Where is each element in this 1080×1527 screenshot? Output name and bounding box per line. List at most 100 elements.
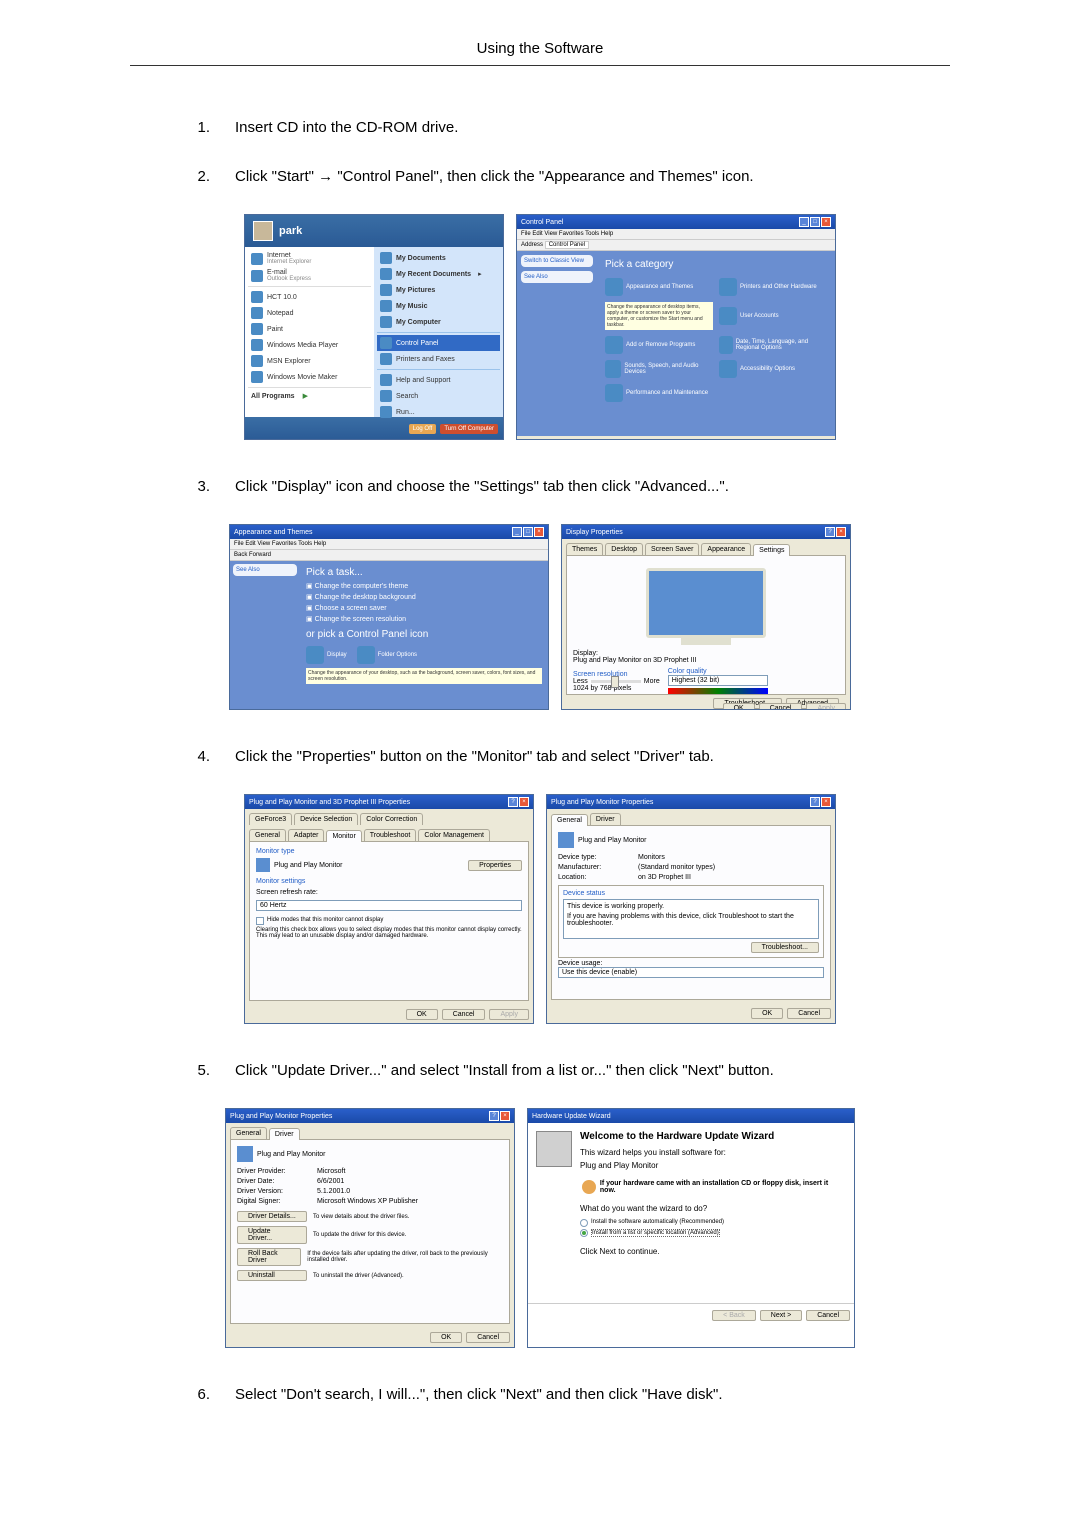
close-icon[interactable]: × xyxy=(500,1111,510,1121)
driver-details-button[interactable]: Driver Details... xyxy=(237,1211,307,1222)
help-icon[interactable]: ? xyxy=(810,797,820,807)
tab-adapter[interactable]: Adapter xyxy=(288,829,325,841)
controlpanel-screenshot: Control Panel _□× File Edit View Favorit… xyxy=(516,214,836,440)
tab-settings[interactable]: Settings xyxy=(753,544,790,556)
task-link[interactable]: ▣ Choose a screen saver xyxy=(306,604,542,612)
back-button[interactable]: < Back xyxy=(712,1310,756,1321)
window-title: Control Panel xyxy=(521,219,563,226)
troubleshoot-button[interactable]: Troubleshoot... xyxy=(751,942,819,953)
ok-button[interactable]: OK xyxy=(406,1009,438,1020)
opt-auto-radio[interactable] xyxy=(580,1219,588,1227)
close-icon[interactable]: × xyxy=(534,527,544,537)
display-icon-link[interactable]: Display xyxy=(306,646,347,664)
minimize-icon[interactable]: _ xyxy=(799,217,809,227)
tab-desktop[interactable]: Desktop xyxy=(605,543,643,555)
maximize-icon[interactable]: □ xyxy=(523,527,533,537)
help-icon[interactable]: ? xyxy=(825,527,835,537)
category-item[interactable]: Accessibility Options xyxy=(719,360,827,378)
update-driver-button[interactable]: Update Driver... xyxy=(237,1226,307,1244)
category-item[interactable]: Performance and Maintenance xyxy=(605,384,713,402)
tab-driver[interactable]: Driver xyxy=(590,813,621,825)
category-item[interactable]: Sounds, Speech, and Audio Devices xyxy=(605,360,713,378)
close-icon[interactable]: × xyxy=(821,217,831,227)
performance-icon xyxy=(605,384,623,402)
start-item[interactable]: MSN Explorer xyxy=(248,353,371,369)
properties-button[interactable]: Properties xyxy=(468,860,522,871)
start-item[interactable]: My Pictures xyxy=(377,282,500,298)
cancel-button[interactable]: Cancel xyxy=(466,1332,510,1343)
cancel-button[interactable]: Cancel xyxy=(806,1310,850,1321)
category-appearance[interactable]: Appearance and Themes xyxy=(605,278,713,296)
start-item[interactable]: Windows Media Player xyxy=(248,337,371,353)
logoff-button[interactable]: Log Off xyxy=(409,424,437,434)
start-item[interactable]: Windows Movie Maker xyxy=(248,369,371,385)
ok-button[interactable]: OK xyxy=(723,703,755,710)
tab-troubleshoot[interactable]: Troubleshoot xyxy=(364,829,417,841)
start-item[interactable]: Help and Support xyxy=(377,372,500,388)
quality-dropdown[interactable]: Highest (32 bit) xyxy=(668,675,768,686)
ok-button[interactable]: OK xyxy=(751,1008,783,1019)
resolution-slider[interactable] xyxy=(591,680,641,683)
usage-dropdown[interactable]: Use this device (enable) xyxy=(558,967,824,978)
or-pick-heading: or pick a Control Panel icon xyxy=(306,629,542,640)
tab-general[interactable]: General xyxy=(551,814,588,826)
minimize-icon[interactable]: _ xyxy=(512,527,522,537)
start-item[interactable]: My Music xyxy=(377,298,500,314)
task-link[interactable]: ▣ Change the desktop background xyxy=(306,593,542,601)
help-icon[interactable]: ? xyxy=(489,1111,499,1121)
task-link[interactable]: ▣ Change the computer's theme xyxy=(306,582,542,590)
category-item[interactable]: Add or Remove Programs xyxy=(605,336,713,354)
start-item[interactable]: Notepad xyxy=(248,305,371,321)
refresh-dropdown[interactable]: 60 Hertz xyxy=(256,900,522,911)
start-item[interactable]: Run... xyxy=(377,404,500,420)
cancel-button[interactable]: Cancel xyxy=(442,1009,486,1020)
tab-general[interactable]: General xyxy=(230,1127,267,1139)
start-item[interactable]: HCT 10.0 xyxy=(248,289,371,305)
all-programs[interactable]: All Programs▶ xyxy=(248,390,371,402)
tab-item[interactable]: Color Correction xyxy=(360,813,423,825)
tab-monitor[interactable]: Monitor xyxy=(326,830,361,842)
help-icon[interactable]: ? xyxy=(508,797,518,807)
opt-list-radio[interactable] xyxy=(580,1229,588,1237)
start-item[interactable]: E-mailOutlook Express xyxy=(248,267,371,284)
tab-item[interactable]: Device Selection xyxy=(294,813,358,825)
tab-driver[interactable]: Driver xyxy=(269,1128,300,1140)
tab-appearance[interactable]: Appearance xyxy=(701,543,751,555)
rollback-driver-button[interactable]: Roll Back Driver xyxy=(237,1248,301,1266)
tab-item[interactable]: GeForce3 xyxy=(249,813,292,825)
start-item[interactable]: My Computer xyxy=(377,314,500,330)
mail-icon xyxy=(251,270,263,282)
turnoff-button[interactable]: Turn Off Computer xyxy=(440,424,498,434)
close-icon[interactable]: × xyxy=(836,527,846,537)
start-item[interactable]: InternetInternet Explorer xyxy=(248,250,371,267)
start-item[interactable]: My Recent Documents▸ xyxy=(377,266,500,282)
category-item[interactable]: Date, Time, Language, and Regional Optio… xyxy=(719,336,827,354)
step-num: 1. xyxy=(130,116,235,140)
cancel-button[interactable]: Cancel xyxy=(759,703,803,710)
close-icon[interactable]: × xyxy=(519,797,529,807)
start-item[interactable]: Printers and Faxes xyxy=(377,351,500,367)
cancel-button[interactable]: Cancel xyxy=(787,1008,831,1019)
tab-colormgmt[interactable]: Color Management xyxy=(418,829,490,841)
start-item[interactable]: My Documents xyxy=(377,250,500,266)
tab-themes[interactable]: Themes xyxy=(566,543,603,555)
folder-options-link[interactable]: Folder Options xyxy=(357,646,417,664)
hidemodes-checkbox[interactable] xyxy=(256,917,264,925)
apply-button[interactable]: Apply xyxy=(806,703,846,710)
maximize-icon[interactable]: □ xyxy=(810,217,820,227)
start-item-controlpanel[interactable]: Control Panel xyxy=(377,335,500,351)
side-switch-link[interactable]: Switch to Classic View xyxy=(521,255,593,267)
monitor-properties-driver-screenshot: Plug and Play Monitor Properties ?× Gene… xyxy=(225,1108,515,1348)
task-link[interactable]: ▣ Change the screen resolution xyxy=(306,615,542,623)
ok-button[interactable]: OK xyxy=(430,1332,462,1343)
close-icon[interactable]: × xyxy=(821,797,831,807)
apply-button[interactable]: Apply xyxy=(489,1009,529,1020)
category-item[interactable]: User Accounts xyxy=(719,302,827,330)
next-button[interactable]: Next > xyxy=(760,1310,802,1321)
tab-general[interactable]: General xyxy=(249,829,286,841)
tab-screensaver[interactable]: Screen Saver xyxy=(645,543,699,555)
category-item[interactable]: Printers and Other Hardware xyxy=(719,278,827,296)
uninstall-button[interactable]: Uninstall xyxy=(237,1270,307,1281)
start-item[interactable]: Search xyxy=(377,388,500,404)
start-item[interactable]: Paint xyxy=(248,321,371,337)
